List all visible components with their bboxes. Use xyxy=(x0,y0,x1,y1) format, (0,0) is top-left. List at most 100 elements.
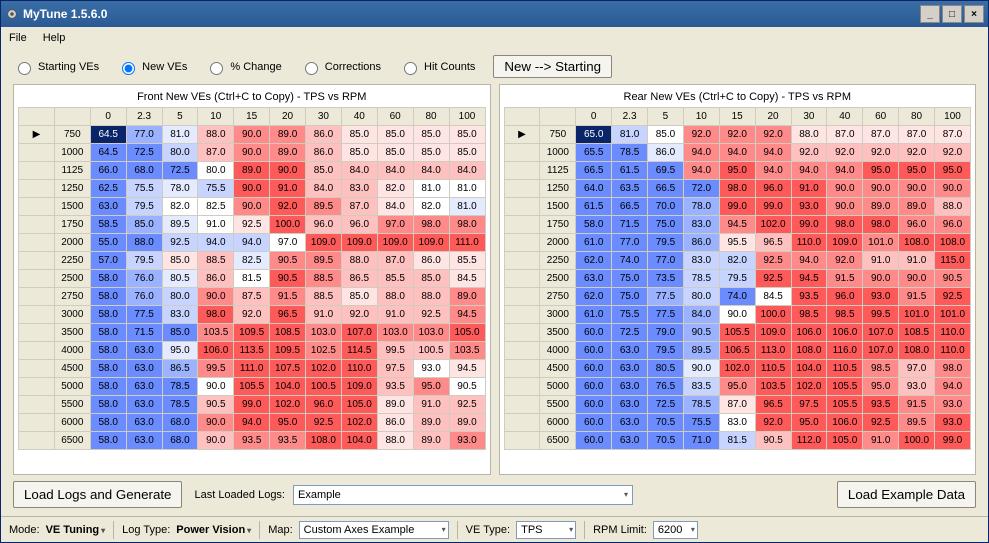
ve-cell[interactable]: 63.0 xyxy=(612,378,648,396)
column-header[interactable]: 30 xyxy=(791,108,827,126)
ve-cell[interactable]: 78.0 xyxy=(683,198,719,216)
ve-cell[interactable]: 62.0 xyxy=(576,288,612,306)
ve-cell[interactable]: 90.0 xyxy=(719,306,755,324)
ve-cell[interactable]: 75.5 xyxy=(612,306,648,324)
ve-cell[interactable]: 72.5 xyxy=(612,324,648,342)
row-header[interactable]: 2000 xyxy=(540,234,576,252)
ve-cell[interactable]: 97.0 xyxy=(377,216,413,234)
ve-cell[interactable]: 96.0 xyxy=(306,396,342,414)
ve-cell[interactable]: 104.0 xyxy=(791,360,827,378)
ve-cell[interactable]: 100.0 xyxy=(899,432,935,450)
ve-cell[interactable]: 76.5 xyxy=(648,378,684,396)
ve-cell[interactable]: 89.0 xyxy=(377,396,413,414)
row-header[interactable]: 1125 xyxy=(54,162,90,180)
ve-cell[interactable]: 90.5 xyxy=(755,432,791,450)
ve-cell[interactable]: 90.5 xyxy=(270,252,306,270)
row-pointer[interactable] xyxy=(504,216,540,234)
ve-cell[interactable]: 66.0 xyxy=(90,162,126,180)
ve-cell[interactable]: 64.5 xyxy=(90,126,126,144)
ve-cell[interactable]: 105.5 xyxy=(719,324,755,342)
row-pointer[interactable] xyxy=(504,378,540,396)
ve-cell[interactable]: 68.0 xyxy=(162,414,198,432)
ve-cell[interactable]: 65.0 xyxy=(576,126,612,144)
ve-cell[interactable]: 103.5 xyxy=(755,378,791,396)
ve-cell[interactable]: 90.0 xyxy=(198,288,234,306)
row-header[interactable]: 6000 xyxy=(54,414,90,432)
ve-cell[interactable]: 66.5 xyxy=(612,198,648,216)
ve-cell[interactable]: 93.0 xyxy=(449,432,485,450)
ve-cell[interactable]: 93.0 xyxy=(863,288,899,306)
ve-cell[interactable]: 63.0 xyxy=(612,396,648,414)
ve-cell[interactable]: 85.0 xyxy=(449,144,485,162)
ve-cell[interactable]: 94.0 xyxy=(755,162,791,180)
ve-cell[interactable]: 84.5 xyxy=(449,270,485,288)
ve-cell[interactable]: 105.0 xyxy=(449,324,485,342)
ve-cell[interactable]: 85.0 xyxy=(341,288,377,306)
row-header[interactable]: 5000 xyxy=(540,378,576,396)
ve-cell[interactable]: 100.5 xyxy=(413,342,449,360)
ve-cell[interactable]: 58.0 xyxy=(90,378,126,396)
ve-cell[interactable]: 90.0 xyxy=(863,180,899,198)
ve-cell[interactable]: 92.0 xyxy=(719,126,755,144)
ve-cell[interactable]: 94.0 xyxy=(683,144,719,162)
ve-cell[interactable]: 109.0 xyxy=(341,378,377,396)
row-pointer[interactable] xyxy=(19,378,55,396)
ve-cell[interactable]: 58.5 xyxy=(90,216,126,234)
ve-cell[interactable]: 92.5 xyxy=(449,396,485,414)
ve-cell[interactable]: 91.0 xyxy=(413,396,449,414)
ve-cell[interactable]: 61.5 xyxy=(612,162,648,180)
ve-cell[interactable]: 81.0 xyxy=(449,198,485,216)
ve-cell[interactable]: 106.0 xyxy=(198,342,234,360)
ve-cell[interactable]: 90.0 xyxy=(863,270,899,288)
ve-cell[interactable]: 83.0 xyxy=(341,180,377,198)
ve-cell[interactable]: 60.0 xyxy=(576,360,612,378)
row-header[interactable]: 4500 xyxy=(540,360,576,378)
radio-pct-change[interactable]: % Change xyxy=(205,59,281,75)
ve-cell[interactable]: 95.0 xyxy=(935,162,971,180)
row-pointer[interactable] xyxy=(504,432,540,450)
ve-cell[interactable]: 90.5 xyxy=(449,378,485,396)
ve-cell[interactable]: 94.5 xyxy=(449,360,485,378)
ve-cell[interactable]: 90.5 xyxy=(935,270,971,288)
ve-cell[interactable]: 107.0 xyxy=(863,342,899,360)
ve-cell[interactable]: 97.0 xyxy=(899,360,935,378)
row-pointer[interactable] xyxy=(19,432,55,450)
column-header[interactable]: 80 xyxy=(899,108,935,126)
ve-cell[interactable]: 85.0 xyxy=(162,324,198,342)
ve-cell[interactable]: 58.0 xyxy=(576,216,612,234)
ve-cell[interactable]: 95.0 xyxy=(162,342,198,360)
ve-cell[interactable]: 101.0 xyxy=(935,306,971,324)
row-header[interactable]: 5000 xyxy=(54,378,90,396)
ve-cell[interactable]: 60.0 xyxy=(576,414,612,432)
ve-cell[interactable]: 78.0 xyxy=(162,180,198,198)
ve-cell[interactable]: 108.5 xyxy=(899,324,935,342)
ve-cell[interactable]: 95.0 xyxy=(863,162,899,180)
ve-cell[interactable]: 99.5 xyxy=(198,360,234,378)
ve-cell[interactable]: 98.0 xyxy=(863,216,899,234)
ve-cell[interactable]: 94.0 xyxy=(791,252,827,270)
row-pointer[interactable]: ▶ xyxy=(504,126,540,144)
maximize-button[interactable]: □ xyxy=(942,5,962,23)
row-header[interactable]: 1250 xyxy=(540,180,576,198)
ve-cell[interactable]: 94.0 xyxy=(791,162,827,180)
ve-cell[interactable]: 90.0 xyxy=(899,180,935,198)
ve-cell[interactable]: 92.0 xyxy=(935,144,971,162)
ve-cell[interactable]: 82.5 xyxy=(234,252,270,270)
ve-cell[interactable]: 92.0 xyxy=(234,306,270,324)
ve-cell[interactable]: 63.0 xyxy=(612,432,648,450)
row-header[interactable]: 1000 xyxy=(540,144,576,162)
column-header[interactable]: 0 xyxy=(90,108,126,126)
ve-cell[interactable]: 58.0 xyxy=(90,306,126,324)
ve-cell[interactable]: 64.0 xyxy=(576,180,612,198)
ve-cell[interactable]: 89.5 xyxy=(899,414,935,432)
ve-cell[interactable]: 90.0 xyxy=(270,162,306,180)
ve-cell[interactable]: 87.0 xyxy=(935,126,971,144)
ve-cell[interactable]: 114.5 xyxy=(341,342,377,360)
ve-cell[interactable]: 85.0 xyxy=(648,126,684,144)
ve-cell[interactable]: 110.0 xyxy=(935,342,971,360)
row-pointer[interactable] xyxy=(19,234,55,252)
ve-cell[interactable]: 85.0 xyxy=(162,252,198,270)
ve-cell[interactable]: 72.5 xyxy=(126,144,162,162)
row-pointer[interactable] xyxy=(504,360,540,378)
ve-cell[interactable]: 98.0 xyxy=(827,216,863,234)
